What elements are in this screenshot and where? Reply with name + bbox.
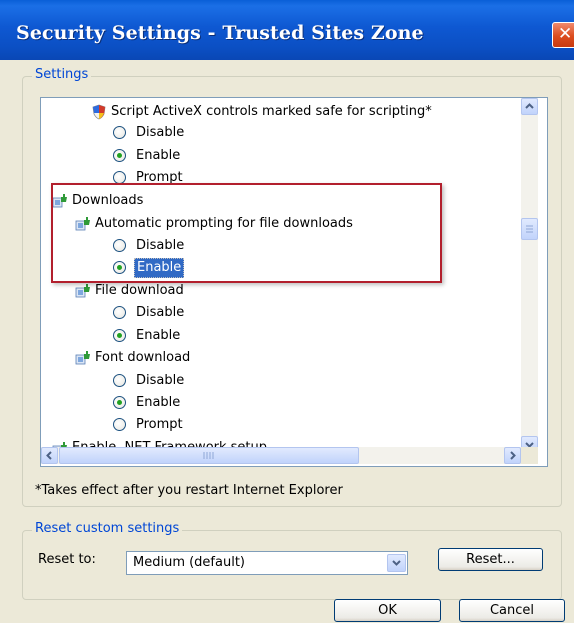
chevron-right-icon [510,451,516,460]
radio-enable[interactable] [113,149,126,162]
restart-footnote: *Takes effect after you restart Internet… [35,483,343,498]
scroll-right-button[interactable] [504,447,521,464]
option-label[interactable]: Disable [136,123,184,143]
downloads-icon [75,284,90,298]
horizontal-scrollbar[interactable] [41,447,521,464]
radio-prompt[interactable] [113,418,126,431]
setting-label: Font download [95,350,191,365]
option-label[interactable]: Enable [136,326,180,346]
setting-label: Script ActiveX controls marked safe for … [111,104,432,119]
chevron-down-icon [392,560,401,566]
downloads-icon [75,351,90,365]
option-label[interactable]: Disable [136,371,184,391]
scroll-thumb[interactable] [59,447,359,464]
radio-disable[interactable] [113,126,126,139]
reset-to-label: Reset to: [38,552,96,567]
option-label[interactable]: Prompt [136,415,183,435]
settings-legend: Settings [32,67,92,82]
reset-level-select[interactable]: Medium (default) [126,551,408,575]
scroll-left-button[interactable] [41,447,58,464]
option-label[interactable]: Enable [136,146,180,166]
radio-enable[interactable] [113,329,126,342]
annotation-highlight-box [51,183,442,283]
option-label[interactable]: Enable [136,393,180,413]
scroll-corner [521,447,538,464]
scroll-up-button[interactable] [521,98,538,115]
radio-disable[interactable] [113,374,126,387]
scroll-thumb[interactable] [521,218,538,240]
cancel-button[interactable]: Cancel [459,599,565,622]
window-title: Security Settings - Trusted Sites Zone [16,22,424,44]
chevron-left-icon [46,451,52,460]
reset-legend: Reset custom settings [32,521,183,536]
grip-icon [526,225,533,233]
radio-disable[interactable] [113,306,126,319]
dropdown-button[interactable] [387,554,406,572]
chevron-up-icon [525,103,534,109]
grip-icon [203,452,214,459]
reset-level-value: Medium (default) [133,555,245,570]
close-icon: ✕ [558,24,573,44]
close-button[interactable]: ✕ [552,22,574,48]
activex-shield-icon [92,104,106,120]
setting-label: File download [95,283,184,298]
ok-button[interactable]: OK [334,599,441,622]
reset-button[interactable]: Reset... [438,548,543,571]
option-label[interactable]: Disable [136,303,184,323]
vertical-scrollbar[interactable] [521,98,538,453]
radio-enable[interactable] [113,396,126,409]
